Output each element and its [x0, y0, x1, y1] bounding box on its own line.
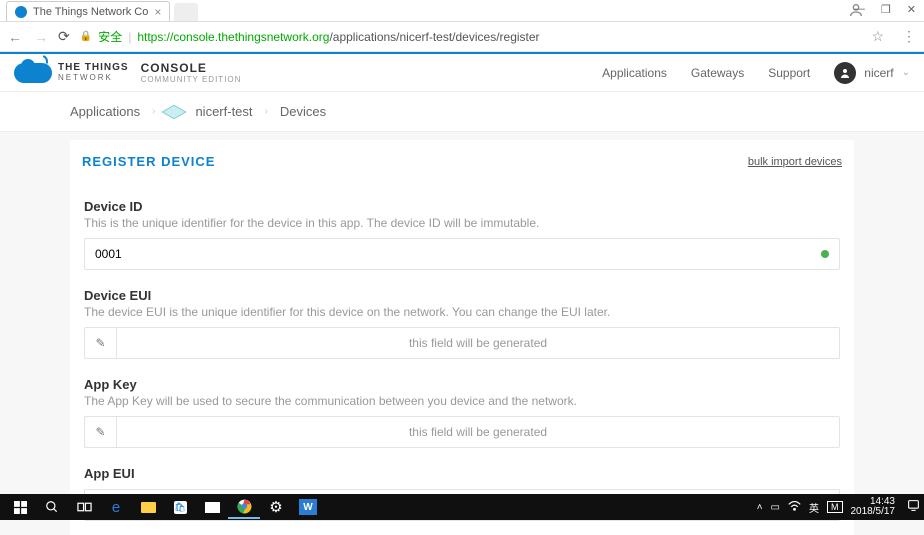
bulk-import-link[interactable]: bulk import devices	[748, 156, 842, 168]
url-text: https://console.thethingsnetwork.org/app…	[137, 30, 539, 44]
device-eui-placeholder[interactable]: this field will be generated	[117, 328, 839, 358]
maximize-icon[interactable]: ❐	[881, 3, 891, 16]
window-controls: — ❐ ✕	[854, 3, 916, 16]
notifications-icon[interactable]	[907, 499, 920, 515]
secure-label: 安全	[98, 28, 122, 45]
app-eui-label: App EUI	[84, 466, 840, 481]
field-device-eui: Device EUI The device EUI is the unique …	[84, 288, 840, 359]
system-tray: ˄ ▭ 英 M 14:43 2018/5/17	[757, 497, 920, 517]
brand-logo[interactable]: THE THINGS NETWORK	[14, 63, 129, 83]
lock-icon: 🔒	[80, 31, 92, 42]
browser-toolbar: ← → ⟳ 🔒 安全 | https://console.thethingsne…	[0, 22, 924, 52]
taskbar-settings[interactable]: ⚙	[260, 495, 292, 519]
taskbar-edge[interactable]: e	[100, 495, 132, 519]
breadcrumb-devices[interactable]: Devices	[280, 104, 326, 119]
device-eui-help: The device EUI is the unique identifier …	[84, 305, 840, 319]
nav-support[interactable]: Support	[768, 66, 810, 80]
device-id-input[interactable]	[95, 247, 829, 261]
app-key-input-wrap: ✎ this field will be generated	[84, 416, 840, 448]
valid-icon	[821, 250, 829, 258]
chevron-right-icon: ›	[152, 106, 155, 117]
app-key-help: The App Key will be used to secure the c…	[84, 394, 840, 408]
minimize-icon[interactable]: —	[854, 3, 865, 16]
close-icon[interactable]: ×	[154, 5, 161, 19]
taskbar-mail[interactable]	[196, 495, 228, 519]
header-nav: Applications Gateways Support nicerf ⌄	[602, 62, 910, 84]
device-id-help: This is the unique identifier for the de…	[84, 216, 840, 230]
browser-tab-bar: The Things Network Co × — ❐ ✕	[0, 0, 924, 22]
page-title: REGISTER DEVICE	[82, 154, 215, 169]
back-icon[interactable]: ←	[8, 29, 22, 45]
breadcrumb: Applications › nicerf-test › Devices	[0, 92, 924, 132]
clock-date: 2018/5/17	[851, 507, 896, 517]
taskview-icon[interactable]	[68, 495, 100, 519]
battery-icon[interactable]: ▭	[771, 502, 780, 513]
field-device-id: Device ID This is the unique identifier …	[84, 199, 840, 270]
address-bar[interactable]: 🔒 安全 | https://console.thethingsnetwork.…	[80, 28, 862, 45]
app-key-placeholder[interactable]: this field will be generated	[117, 417, 839, 447]
tab-title: The Things Network Co	[33, 6, 148, 18]
field-app-key: App Key The App Key will be used to secu…	[84, 377, 840, 448]
start-icon[interactable]	[4, 495, 36, 519]
device-eui-label: Device EUI	[84, 288, 840, 303]
forward-icon: →	[34, 29, 48, 45]
browser-tab[interactable]: The Things Network Co ×	[6, 1, 170, 21]
menu-icon[interactable]: ⋮	[902, 28, 916, 45]
nav-gateways[interactable]: Gateways	[691, 66, 744, 80]
ime-label[interactable]: 英	[809, 500, 819, 515]
edit-icon[interactable]: ✎	[85, 328, 117, 358]
taskbar-clock[interactable]: 14:43 2018/5/17	[851, 497, 900, 517]
taskbar-store[interactable]: 🛍	[164, 495, 196, 519]
close-window-icon[interactable]: ✕	[907, 3, 916, 16]
windows-taskbar: e 🛍 ⚙ W ˄ ▭ 英 M 14:43 2018/5/17	[0, 494, 924, 520]
wifi-icon[interactable]	[788, 501, 801, 514]
user-menu[interactable]: nicerf ⌄	[834, 62, 910, 84]
new-tab-button[interactable]	[174, 3, 198, 21]
device-eui-input-wrap: ✎ this field will be generated	[84, 327, 840, 359]
taskbar-word[interactable]: W	[292, 495, 324, 519]
site-header: THE THINGS NETWORK CONSOLE COMMUNITY EDI…	[0, 54, 924, 92]
nav-applications[interactable]: Applications	[602, 66, 667, 80]
reload-icon[interactable]: ⟳	[58, 28, 70, 45]
ime-icon[interactable]: M	[827, 501, 843, 513]
console-title: CONSOLE	[141, 61, 242, 75]
console-edition: COMMUNITY EDITION	[141, 75, 242, 84]
nav-arrows: ← →	[8, 29, 48, 45]
tray-chevron-icon[interactable]: ˄	[757, 502, 763, 513]
taskbar-chrome[interactable]	[228, 495, 260, 519]
device-id-input-wrap	[84, 238, 840, 270]
cloud-icon	[14, 63, 52, 83]
bookmark-icon[interactable]: ☆	[871, 28, 884, 45]
taskbar-explorer[interactable]	[132, 495, 164, 519]
brand-top: THE THINGS	[58, 63, 129, 73]
content-panel: REGISTER DEVICE bulk import devices Devi…	[70, 140, 854, 535]
console-brand: CONSOLE COMMUNITY EDITION	[141, 61, 242, 84]
app-key-label: App Key	[84, 377, 840, 392]
username: nicerf	[864, 66, 893, 80]
edit-icon[interactable]: ✎	[85, 417, 117, 447]
app-icon	[162, 104, 187, 118]
chevron-down-icon: ⌄	[902, 67, 910, 78]
chevron-right-icon: ›	[265, 106, 268, 117]
avatar	[834, 62, 856, 84]
breadcrumb-applications[interactable]: Applications	[70, 104, 140, 119]
device-id-label: Device ID	[84, 199, 840, 214]
breadcrumb-app-name[interactable]: nicerf-test	[195, 104, 252, 119]
brand-bottom: NETWORK	[58, 73, 129, 82]
tab-favicon	[15, 6, 27, 18]
search-icon[interactable]	[36, 495, 68, 519]
